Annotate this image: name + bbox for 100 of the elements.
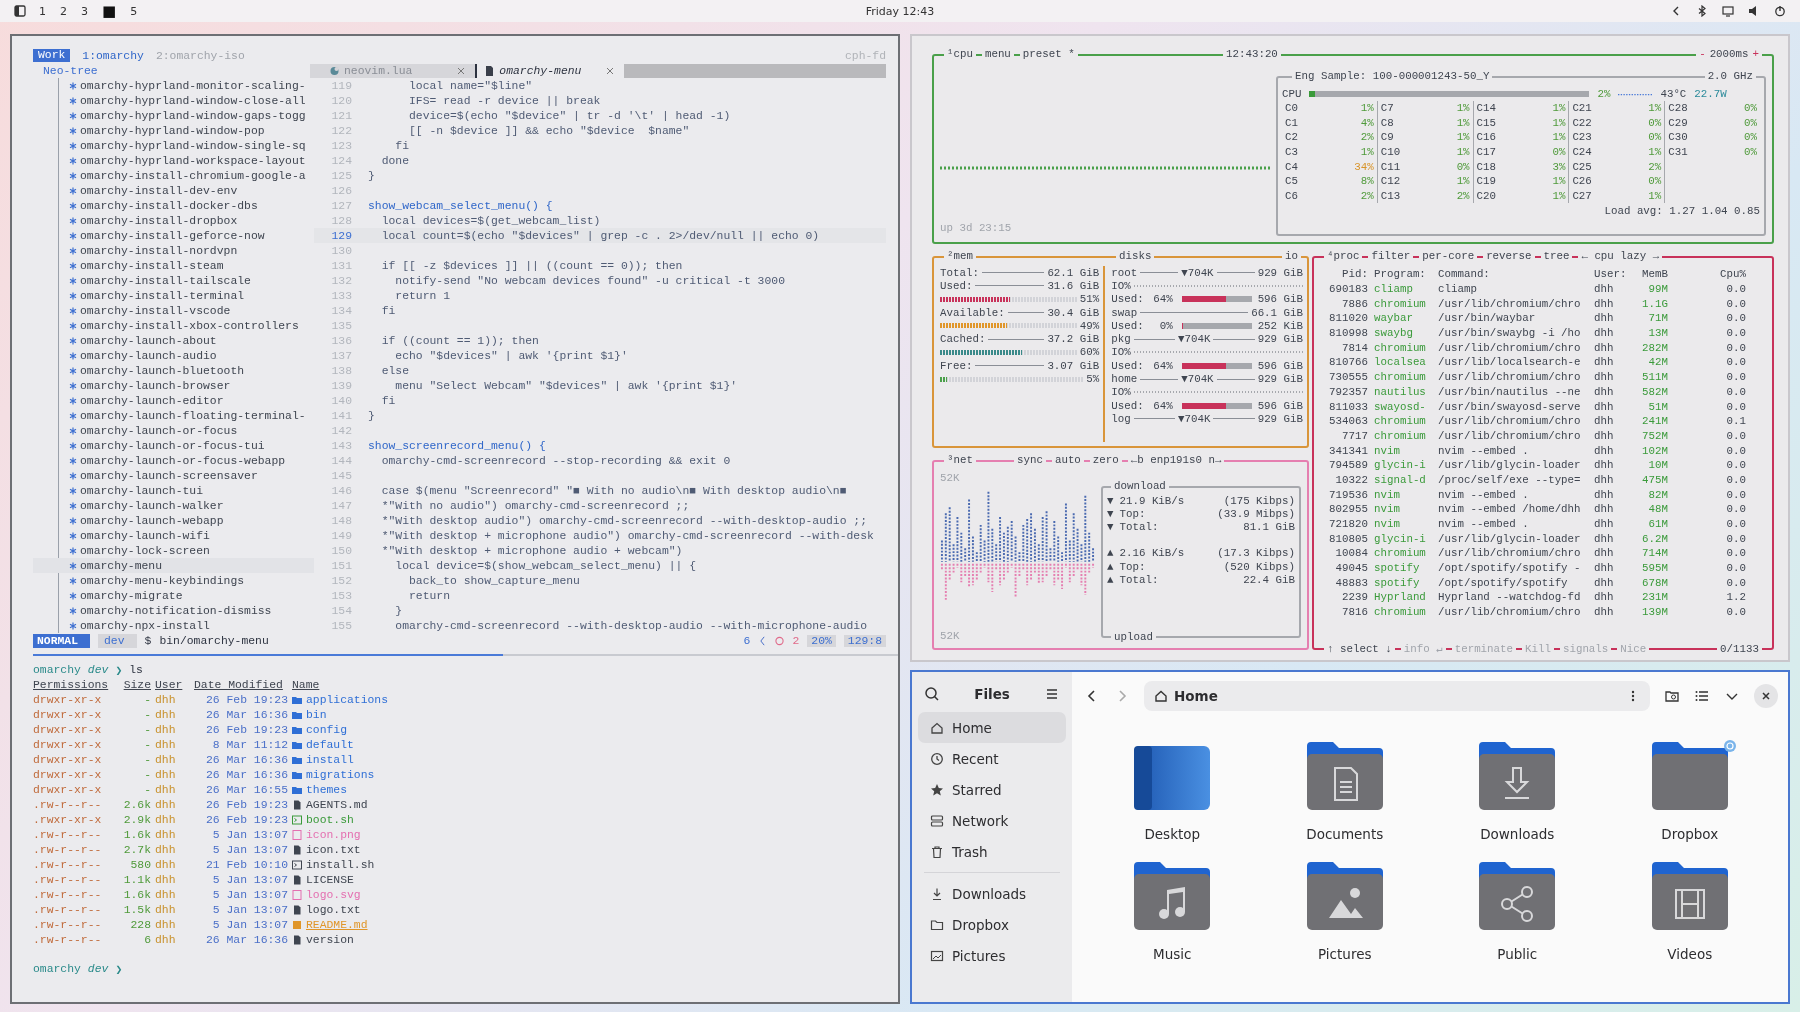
folder-label[interactable]: Pictures bbox=[1318, 946, 1372, 962]
sidebar-item[interactable]: Pictures bbox=[918, 940, 1066, 971]
sidebar-item[interactable]: Downloads bbox=[918, 878, 1066, 909]
tree-item[interactable]: omarchy-launch-bluetooth bbox=[33, 363, 314, 378]
column-header[interactable]: Cpu% bbox=[1674, 268, 1746, 281]
network-icon[interactable] bbox=[1722, 5, 1734, 17]
tree-item[interactable]: omarchy-install-terminal bbox=[33, 288, 314, 303]
sidebar-item[interactable]: Starred bbox=[918, 774, 1066, 805]
column-header[interactable]: Command: bbox=[1438, 268, 1588, 281]
workspace-button[interactable]: 3 bbox=[80, 4, 89, 18]
list-view-icon[interactable] bbox=[1694, 688, 1710, 704]
tree-item[interactable]: omarchy-menu bbox=[33, 558, 314, 573]
tree-item[interactable]: omarchy-install-dev-env bbox=[33, 183, 314, 198]
tree-item[interactable]: omarchy-launch-webapp bbox=[33, 513, 314, 528]
tree-item[interactable]: omarchy-install-dropbox bbox=[33, 213, 314, 228]
layout-icon[interactable] bbox=[14, 5, 26, 17]
close-icon[interactable] bbox=[606, 66, 615, 75]
folder-icon[interactable] bbox=[1477, 740, 1558, 812]
tree-item[interactable]: omarchy-hyprland-window-single-sq bbox=[33, 138, 314, 153]
tree-item[interactable]: omarchy-launch-or-focus-tui bbox=[33, 438, 314, 453]
sidebar-item[interactable]: Dropbox bbox=[918, 909, 1066, 940]
tree-item[interactable]: omarchy-install-chromium-google-a bbox=[33, 168, 314, 183]
tree-item[interactable]: omarchy-lock-screen bbox=[33, 543, 314, 558]
tree-item[interactable]: omarchy-hyprland-window-close-all bbox=[33, 93, 314, 108]
decrease-interval[interactable]: - bbox=[1699, 48, 1706, 61]
code-line: return bbox=[408, 589, 451, 602]
process-action[interactable]: ↑ select ↓ bbox=[1324, 643, 1395, 656]
tree-item[interactable]: omarchy-hyprland-window-gaps-togg bbox=[33, 108, 314, 123]
tree-item[interactable]: omarchy-install-steam bbox=[33, 258, 314, 273]
process-option-tab[interactable]: ← cpu lazy → bbox=[1578, 250, 1663, 263]
menu-icon[interactable] bbox=[1044, 686, 1060, 702]
column-header[interactable]: User: bbox=[1594, 268, 1624, 281]
tree-item[interactable]: omarchy-notification-dismiss bbox=[33, 603, 314, 618]
tree-item[interactable]: omarchy-launch-audio bbox=[33, 348, 314, 363]
sidebar-item[interactable]: Home bbox=[918, 712, 1066, 743]
search-folder-icon[interactable] bbox=[1664, 688, 1680, 704]
folder-icon[interactable] bbox=[1649, 860, 1730, 932]
arrow-glyph: ▲ bbox=[1107, 547, 1114, 560]
folder-icon[interactable] bbox=[1649, 740, 1730, 812]
folder-label[interactable]: Desktop bbox=[1144, 826, 1201, 842]
tree-item[interactable]: omarchy-launch-screensaver bbox=[33, 468, 314, 483]
folder-icon[interactable] bbox=[1304, 740, 1385, 812]
tree-item[interactable]: omarchy-install-docker-dbs bbox=[33, 198, 314, 213]
folder-icon[interactable] bbox=[1304, 860, 1385, 932]
process-option-tab[interactable]: ⁴proc bbox=[1324, 250, 1363, 263]
tree-item[interactable]: omarchy-launch-walker bbox=[33, 498, 314, 513]
column-header[interactable]: Program: bbox=[1374, 268, 1432, 281]
tree-item[interactable]: omarchy-install-nordvpn bbox=[33, 243, 314, 258]
tree-item[interactable]: omarchy-launch-browser bbox=[33, 378, 314, 393]
workspace-button[interactable]: 5 bbox=[129, 4, 139, 18]
tree-item[interactable]: omarchy-launch-floating-terminal- bbox=[33, 408, 314, 423]
tmux-window-tab[interactable]: 1:omarchy bbox=[82, 49, 144, 62]
workspace-button[interactable]: ■ bbox=[101, 5, 118, 17]
folder-label[interactable]: Public bbox=[1497, 946, 1538, 962]
search-icon[interactable] bbox=[924, 686, 940, 702]
tree-item[interactable]: omarchy-launch-wifi bbox=[33, 528, 314, 543]
cpu-menu-tab[interactable]: ¹cpu bbox=[944, 48, 976, 61]
tree-item[interactable]: omarchy-npx-install bbox=[33, 618, 314, 633]
cpu-menu-tab[interactable]: preset * bbox=[1019, 48, 1078, 61]
tree-item[interactable]: omarchy-launch-or-focus-webapp bbox=[33, 453, 314, 468]
power-icon[interactable] bbox=[1774, 5, 1786, 17]
folder-label[interactable]: Dropbox bbox=[1661, 826, 1719, 842]
tree-item[interactable]: omarchy-install-xbox-controllers bbox=[33, 318, 314, 333]
folder-label[interactable]: Music bbox=[1153, 946, 1192, 962]
net-option-tab[interactable]: sync bbox=[1014, 454, 1046, 467]
tree-item[interactable]: omarchy-launch-editor bbox=[33, 393, 314, 408]
workspace-button[interactable]: 2 bbox=[59, 4, 68, 18]
tree-item[interactable]: omarchy-install-vscode bbox=[33, 303, 314, 318]
tree-item[interactable]: omarchy-hyprland-window-pop bbox=[33, 123, 314, 138]
trash-icon bbox=[930, 844, 944, 859]
close-button[interactable] bbox=[1754, 684, 1778, 708]
process-option-tab[interactable]: per-core bbox=[1419, 250, 1478, 263]
sidebar-item[interactable]: Recent bbox=[918, 743, 1066, 774]
column-header[interactable]: MemB bbox=[1630, 268, 1668, 281]
tree-item[interactable]: omarchy-launch-tui bbox=[33, 483, 314, 498]
tree-item[interactable]: omarchy-install-tailscale bbox=[33, 273, 314, 288]
path-bar[interactable]: Home bbox=[1144, 681, 1650, 711]
tree-item[interactable]: omarchy-launch-about bbox=[33, 333, 314, 348]
tree-item[interactable]: omarchy-launch-or-focus bbox=[33, 423, 314, 438]
bluetooth-icon[interactable] bbox=[1696, 5, 1708, 17]
folder-icon[interactable] bbox=[1477, 860, 1558, 932]
close-icon[interactable] bbox=[457, 66, 466, 75]
folder-label[interactable]: Documents bbox=[1306, 826, 1384, 842]
column-header[interactable]: Pid: bbox=[1322, 268, 1368, 281]
tree-item[interactable]: omarchy-hyprland-monitor-scaling- bbox=[33, 78, 314, 93]
folder-label[interactable]: Videos bbox=[1667, 946, 1713, 962]
workspace-button[interactable]: 1 bbox=[38, 4, 47, 18]
user-cell-text: dhh bbox=[1594, 415, 1615, 428]
tree-item[interactable]: omarchy-hyprland-workspace-layout bbox=[33, 153, 314, 168]
tree-item[interactable]: omarchy-install-geforce-now bbox=[33, 228, 314, 243]
folder-label[interactable]: Downloads bbox=[1480, 826, 1555, 842]
tree-item[interactable]: omarchy-menu-keybindings bbox=[33, 573, 314, 588]
sidebar-item[interactable]: Trash bbox=[918, 836, 1066, 867]
tree-item[interactable]: omarchy-migrate bbox=[33, 588, 314, 603]
folder-icon[interactable] bbox=[1132, 860, 1213, 932]
sidebar-item[interactable]: Network bbox=[918, 805, 1066, 836]
net-option-tab[interactable]: ←b enp191s0 n→ bbox=[1127, 454, 1225, 467]
core-percent: 1% bbox=[1648, 102, 1662, 115]
increase-interval[interactable]: + bbox=[1752, 48, 1759, 61]
close-icon bbox=[1761, 691, 1771, 701]
